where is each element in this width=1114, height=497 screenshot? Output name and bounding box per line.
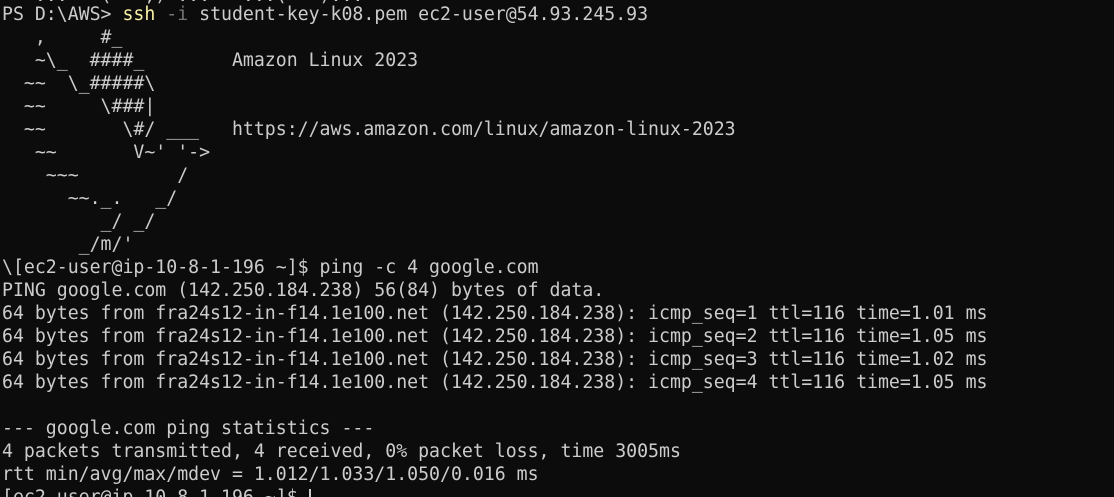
banner-line: ~~ \#/ ___ https://aws.amazon.com/linux/… bbox=[2, 119, 736, 140]
shell-prompt: [ec2-user@ip-10-8-1-196 ~]$ bbox=[2, 487, 309, 497]
terminal-window[interactable]: ... ( ,) ... ...( )... PS D:\AWS> ssh -i… bbox=[0, 0, 1114, 497]
ping-reply: 64 bytes from fra24s12-in-f14.1e100.net … bbox=[2, 372, 988, 393]
stats-packets: 4 packets transmitted, 4 received, 0% pa… bbox=[2, 441, 681, 462]
ping-reply: 64 bytes from fra24s12-in-f14.1e100.net … bbox=[2, 326, 988, 347]
ssh-command: ssh bbox=[122, 4, 156, 25]
banner-line: _/m/' bbox=[2, 234, 134, 255]
banner-line: , #_ bbox=[2, 27, 123, 48]
banner-line: _/ _/ bbox=[2, 211, 156, 232]
ping-command-line: \[ec2-user@ip-10-8-1-196 ~]$ ping -c 4 g… bbox=[2, 257, 539, 278]
banner-line: ~~._. _/ bbox=[2, 188, 178, 209]
current-prompt-line[interactable]: [ec2-user@ip-10-8-1-196 ~]$ bbox=[2, 486, 311, 497]
stats-rtt: rtt min/avg/max/mdev = 1.012/1.033/1.050… bbox=[2, 464, 539, 485]
banner-line: ~\_ ####_ Amazon Linux 2023 bbox=[2, 50, 419, 71]
banner-line: ~~ V~' '-> bbox=[2, 142, 211, 163]
ssh-arguments: student-key-k08.pem ec2-user@54.93.245.9… bbox=[188, 4, 649, 25]
ssh-flag: -i bbox=[155, 4, 189, 25]
ping-header: PING google.com (142.250.184.238) 56(84)… bbox=[2, 280, 605, 301]
ssh-command-line: PS D:\AWS> ssh -i student-key-k08.pem ec… bbox=[2, 3, 648, 26]
banner-line: ~~~ / bbox=[2, 165, 189, 186]
ping-reply: 64 bytes from fra24s12-in-f14.1e100.net … bbox=[2, 303, 988, 324]
powershell-prompt: PS D:\AWS> bbox=[2, 4, 123, 25]
text-cursor bbox=[308, 489, 311, 497]
stats-header: --- google.com ping statistics --- bbox=[2, 418, 375, 439]
banner-line: ~~ \_#####\ bbox=[2, 73, 156, 94]
banner-line: ~~ \###| bbox=[2, 96, 156, 117]
ping-reply: 64 bytes from fra24s12-in-f14.1e100.net … bbox=[2, 349, 988, 370]
